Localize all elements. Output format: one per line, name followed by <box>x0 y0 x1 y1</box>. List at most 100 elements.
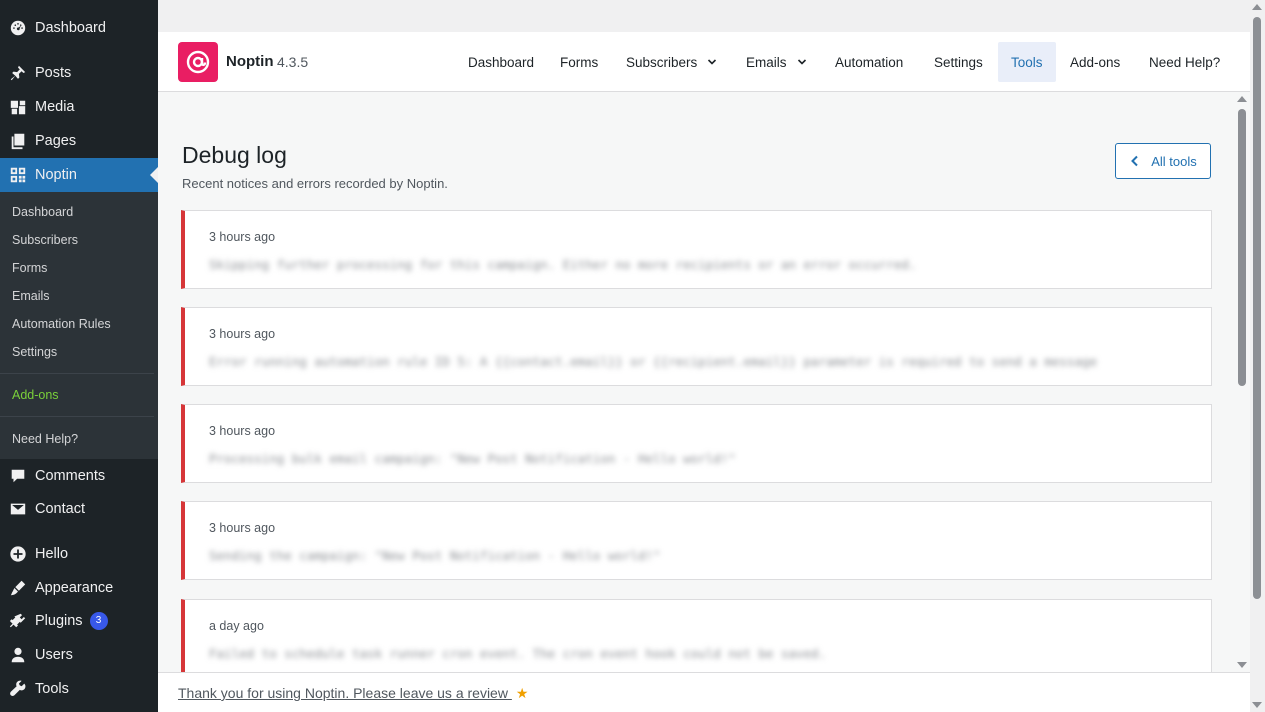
log-entry: 3 hours ago Processing bulk email campai… <box>181 404 1212 483</box>
sidebar-item-appearance[interactable]: Appearance <box>0 571 158 605</box>
nav-subscribers[interactable]: Subscribers <box>613 42 730 82</box>
all-tools-button[interactable]: All tools <box>1115 143 1211 179</box>
submenu-item-automation-rules[interactable]: Automation Rules <box>12 317 111 331</box>
sidebar-item-media[interactable]: Media <box>0 90 158 124</box>
all-tools-label: All tools <box>1151 153 1197 169</box>
submenu-item-dashboard[interactable]: Dashboard <box>12 205 73 219</box>
nav-addons[interactable]: Add-ons <box>1057 42 1133 82</box>
page-title: Debug log <box>182 142 287 168</box>
log-time: 3 hours ago <box>209 521 276 535</box>
nav-label: Automation <box>835 54 904 70</box>
user-icon <box>9 646 27 664</box>
log-entry: a day ago Failed to schedule task runner… <box>181 599 1212 672</box>
sidebar-item-pages[interactable]: Pages <box>0 124 158 158</box>
sidebar-label: Dashboard <box>35 20 106 36</box>
log-message: Processing bulk email campaign: "New Pos… <box>209 451 736 466</box>
nav-settings[interactable]: Settings <box>921 42 996 82</box>
scrollbar-thumb[interactable] <box>1238 109 1246 386</box>
sidebar-item-noptin[interactable]: Noptin <box>0 158 158 192</box>
dashboard-icon <box>9 19 27 37</box>
brush-icon <box>9 579 27 597</box>
content-scrollbar[interactable] <box>1234 92 1250 672</box>
log-message: Sending the campaign: "New Post Notifica… <box>209 548 661 563</box>
sidebar-label: Noptin <box>35 167 77 183</box>
sidebar-label: Plugins <box>35 613 83 629</box>
sidebar-label: Appearance <box>35 580 114 596</box>
sidebar-item-posts[interactable]: Posts <box>0 56 158 90</box>
submenu-item-emails[interactable]: Emails <box>12 289 50 303</box>
submenu-item-need-help[interactable]: Need Help? <box>12 432 78 446</box>
scroll-down-arrow[interactable] <box>1237 662 1247 668</box>
log-entry: 3 hours ago Error running automation rul… <box>181 307 1212 386</box>
sidebar-item-tools[interactable]: Tools <box>0 672 158 706</box>
submenu-item-forms[interactable]: Forms <box>12 261 47 275</box>
log-time: 3 hours ago <box>209 424 276 438</box>
plugins-update-badge: 3 <box>89 612 108 630</box>
nav-dashboard[interactable]: Dashboard <box>455 42 547 82</box>
sidebar-label: Posts <box>35 65 72 81</box>
log-time: a day ago <box>209 619 264 633</box>
sidebar-label: Tools <box>35 681 69 697</box>
nav-label: Subscribers <box>626 54 698 70</box>
submenu-item-settings[interactable]: Settings <box>12 345 57 359</box>
plug-icon <box>9 612 27 630</box>
comment-icon <box>9 467 27 485</box>
nav-label: Add-ons <box>1070 54 1121 70</box>
nav-need-help[interactable]: Need Help? <box>1136 42 1233 82</box>
sidebar-label: Hello <box>35 546 69 562</box>
sidebar-item-users[interactable]: Users <box>0 638 158 672</box>
nav-tools[interactable]: Tools <box>998 42 1056 82</box>
scroll-up-arrow[interactable] <box>1252 4 1262 10</box>
pages-icon <box>9 132 27 150</box>
sidebar-label: Media <box>35 99 75 115</box>
sidebar-item-plugins[interactable]: Plugins 3 <box>0 604 158 638</box>
page-scrollbar[interactable] <box>1250 0 1265 712</box>
sidebar-item-comments[interactable]: Comments <box>0 459 158 493</box>
main-content: Debug log Recent notices and errors reco… <box>158 92 1234 672</box>
star-icon: ★ <box>515 685 529 701</box>
chevron-down-icon <box>708 59 717 65</box>
sidebar-item-dashboard[interactable]: Dashboard <box>0 11 158 45</box>
sidebar-item-hello[interactable]: Hello <box>0 537 158 571</box>
version-number: 4.3.5 <box>277 54 309 70</box>
log-message: Skipping further processing for this cam… <box>209 257 917 272</box>
scrollbar-thumb[interactable] <box>1253 17 1261 599</box>
sidebar-label: Users <box>35 647 73 663</box>
nav-label: Emails <box>746 54 787 70</box>
submenu-item-addons[interactable]: Add-ons <box>12 388 59 402</box>
admin-sidebar: Dashboard Posts Media Pages Noptin Dashb… <box>0 0 158 712</box>
at-sign-icon <box>186 50 210 74</box>
log-entry: 3 hours ago Sending the campaign: "New P… <box>181 501 1212 580</box>
sidebar-label: Contact <box>35 501 85 517</box>
review-link[interactable]: Thank you for using Noptin. Please leave… <box>178 685 528 702</box>
nav-label: Dashboard <box>468 54 535 70</box>
log-time: 3 hours ago <box>209 327 276 341</box>
nav-label: Need Help? <box>1149 54 1221 70</box>
noptin-submenu: Dashboard Subscribers Forms Emails Autom… <box>0 192 158 459</box>
chevron-left-icon <box>1131 155 1138 167</box>
page-description: Recent notices and errors recorded by No… <box>182 176 448 191</box>
submenu-item-subscribers[interactable]: Subscribers <box>12 233 78 247</box>
sidebar-label: Comments <box>35 468 106 484</box>
grid-icon <box>9 166 27 184</box>
noptin-header: Noptin 4.3.5 Dashboard Forms Subscribers… <box>158 32 1250 92</box>
log-time: 3 hours ago <box>209 230 276 244</box>
log-message: Error running automation rule ID 5: A {{… <box>209 354 1098 369</box>
scroll-down-arrow[interactable] <box>1252 702 1262 708</box>
wrench-icon <box>9 680 27 698</box>
mail-icon <box>9 500 27 518</box>
sidebar-item-contact[interactable]: Contact <box>0 492 158 526</box>
media-icon <box>9 98 27 116</box>
nav-label: Tools <box>1011 54 1043 70</box>
footer: Thank you for using Noptin. Please leave… <box>158 672 1250 712</box>
noptin-logo <box>178 42 218 82</box>
scroll-up-arrow[interactable] <box>1237 96 1247 102</box>
submenu-divider <box>0 416 154 417</box>
review-link-text: Thank you for using Noptin. Please leave… <box>178 685 508 701</box>
plus-circle-icon <box>9 545 27 563</box>
nav-automation[interactable]: Automation <box>822 42 916 82</box>
nav-forms[interactable]: Forms <box>547 42 611 82</box>
log-message: Failed to schedule task runner cron even… <box>209 646 827 661</box>
nav-emails[interactable]: Emails <box>733 42 820 82</box>
pin-icon <box>9 64 27 82</box>
